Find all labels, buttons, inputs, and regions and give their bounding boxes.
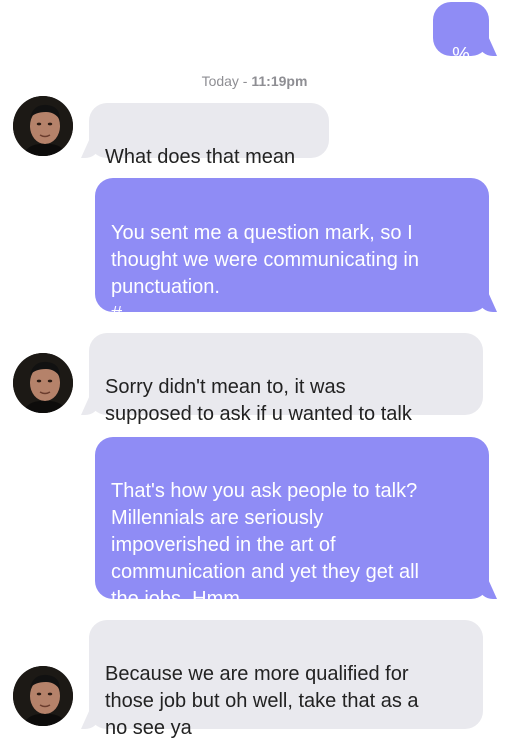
message-thread: % Today - 11:19pm What does that mean Yo… <box>0 0 509 738</box>
message-text: What does that mean <box>105 146 296 168</box>
received-message[interactable]: Because we are more qualified for those … <box>89 620 483 738</box>
message-text: Sorry didn't mean to, it was supposed to… <box>105 376 412 425</box>
message-text: % <box>452 44 470 66</box>
avatar-photo <box>13 666 73 726</box>
received-message[interactable]: Sorry didn't mean to, it was supposed to… <box>89 333 483 425</box>
received-message[interactable]: What does that mean <box>89 103 329 168</box>
message-text: That's how you ask people to talk? Mille… <box>111 480 419 610</box>
timestamp: Today - 11:19pm <box>0 73 509 89</box>
contact-avatar[interactable] <box>13 353 73 413</box>
sent-message[interactable]: You sent me a question mark, so I though… <box>95 178 489 325</box>
sent-message[interactable]: That's how you ask people to talk? Mille… <box>95 437 489 610</box>
timestamp-time: 11:19pm <box>251 73 308 89</box>
contact-avatar[interactable] <box>13 666 73 726</box>
message-text: You sent me a question mark, so I though… <box>111 222 419 325</box>
contact-avatar[interactable] <box>13 96 73 156</box>
avatar-photo <box>13 96 73 156</box>
timestamp-separator: - <box>238 73 252 89</box>
message-text: Because we are more qualified for those … <box>105 663 419 738</box>
sent-message[interactable]: % <box>433 2 489 66</box>
timestamp-day: Today <box>201 73 239 89</box>
avatar-photo <box>13 353 73 413</box>
